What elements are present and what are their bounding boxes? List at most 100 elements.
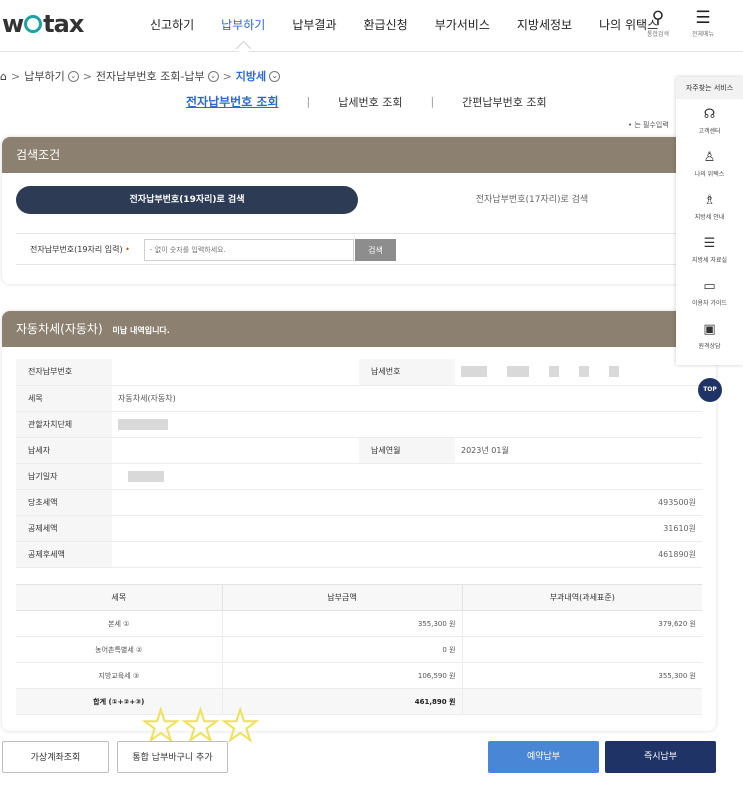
row-name: 본세 ①	[16, 610, 223, 637]
item-value: 자동차세(자동차)	[112, 385, 702, 412]
nav-refund[interactable]: 환급신청	[364, 16, 408, 33]
tax-number-value	[455, 359, 702, 386]
search-17-digit-button[interactable]: 전자납부번호(17자리)로 검색	[358, 186, 706, 214]
item-label: 세목	[16, 385, 112, 412]
row-name: 지방교육세 ③	[16, 662, 223, 689]
quick-item-customer-center[interactable]: ☊ 고객센터	[676, 99, 743, 142]
breadcrumb: ⌂ > 납부하기 ⌄ > 전자납부번호 조회-납부 ⌄ > 지방세 ⌄	[0, 68, 281, 84]
table-row: 지방교육세 ③ 106,590 원 355,300 원	[16, 662, 702, 689]
search-mode-toggle: 전자납부번호(19자리)로 검색 전자납부번호(17자리)로 검색	[16, 186, 706, 214]
result-panel-title: 자동차세(자동차) 미납 내역입니다.	[2, 311, 716, 347]
tab-divider: |	[306, 95, 311, 108]
breadcrumb-item[interactable]: 납부하기 ⌄	[24, 68, 79, 84]
epay-number-input[interactable]	[144, 239, 354, 261]
required-note: • 는 필수입력	[628, 121, 669, 129]
nav-pay[interactable]: 납부하기	[221, 16, 265, 33]
due-date-value	[112, 463, 702, 490]
quick-item-label: 지방세 자료실	[691, 257, 728, 264]
tax-info-table: 전자납부번호 납세번호 세목 자동차세(자동차) 관할자치단체 납세자 납세연월…	[16, 359, 702, 568]
breadcrumb-current[interactable]: 지방세 ⌄	[236, 68, 281, 84]
table-row: 전자납부번호 납세번호	[16, 359, 702, 386]
list-icon: ☰	[703, 236, 716, 251]
epay-number-label: 전자납부번호	[16, 359, 112, 386]
search-button[interactable]: ⚲ 통합검색	[641, 8, 675, 38]
search-form-row: 전자납부번호(19자리 입력) • 검색	[16, 233, 706, 265]
column-header-base: 부과내역(과세표준)	[462, 584, 702, 611]
quick-item-user-guide[interactable]: ▭ 이용자 가이드	[676, 271, 743, 314]
chevron-down-icon[interactable]: ⌄	[269, 70, 281, 82]
nav-local-tax-info[interactable]: 지방세정보	[517, 16, 572, 33]
quick-item-my-wetax[interactable]: ♙ 나의 위택스	[676, 142, 743, 185]
quick-item-remote-support[interactable]: ▣ 원격상담	[676, 314, 743, 357]
unpaid-status: 미납 내역입니다.	[112, 326, 170, 335]
quick-item-local-tax-guide[interactable]: ♗ 지방세 안내	[676, 185, 743, 228]
sub-tabs: 전자납부번호 조회 | 납세번호 조회 | 간편납부번호 조회	[186, 93, 547, 110]
total-base	[462, 688, 702, 715]
row-base: 355,300 원	[462, 662, 702, 689]
quick-item-local-tax-library[interactable]: ☰ 지방세 자료실	[676, 228, 743, 271]
breadcrumb-separator: >	[10, 69, 21, 83]
scroll-top-button[interactable]: TOP	[698, 378, 722, 402]
table-row: 공제후세액 461890원	[16, 541, 702, 568]
table-row: 공제세액 31610원	[16, 515, 702, 542]
table-row: 당초세액 493500원	[16, 489, 702, 516]
epay-number-value	[112, 359, 359, 386]
menu-button[interactable]: ☰ 전체메뉴	[686, 8, 720, 38]
tab-epay-number[interactable]: 전자납부번호 조회	[186, 93, 279, 110]
chevron-down-icon[interactable]: ⌄	[67, 70, 79, 82]
wetax-logo[interactable]: w tax	[2, 10, 84, 38]
tax-breakdown-table: 세목 납부금액 부과내역(과세표준) 본세 ① 355,300 원 379,62…	[16, 584, 702, 715]
search-19-digit-button[interactable]: 전자납부번호(19자리)로 검색	[16, 186, 358, 214]
breadcrumb-separator: >	[222, 69, 232, 83]
chevron-down-icon[interactable]: ⌄	[207, 70, 219, 82]
search-button-submit[interactable]: 검색	[355, 239, 396, 261]
tab-divider: |	[430, 95, 435, 108]
quick-item-label: 원격상담	[698, 343, 721, 350]
period-value: 2023년 01월	[455, 437, 702, 464]
row-base	[462, 636, 702, 663]
required-mark: •	[125, 245, 130, 254]
site-header: w tax 신고하기 납부하기 납부결과 환급신청 부가서비스 지방세정보 나의 …	[0, 0, 743, 52]
row-amount: 355,300 원	[222, 610, 463, 637]
virtual-account-button[interactable]: 가상계좌조회	[2, 741, 109, 773]
quick-services-panel: 자주찾는 서비스 ☊ 고객센터 ♙ 나의 위택스 ♗ 지방세 안내 ☰ 지방세 …	[676, 77, 743, 365]
headset-icon: ☊	[703, 107, 716, 122]
search-label: 통합검색	[646, 31, 670, 38]
search-panel: 검색조건 전자납부번호(19자리)로 검색 전자납부번호(17자리)로 검색 전…	[2, 137, 716, 284]
home-icon[interactable]: ⌂	[0, 70, 7, 83]
main-nav: 신고하기 납부하기 납부결과 환급신청 부가서비스 지방세정보 나의 위택스	[150, 16, 685, 33]
result-tax-name: 자동차세(자동차)	[16, 322, 103, 336]
tab-simple-pay-number[interactable]: 간편납부번호 조회	[462, 94, 546, 110]
row-amount: 0 원	[222, 636, 463, 663]
column-header-item: 세목	[16, 584, 223, 611]
payer-value	[112, 437, 359, 464]
reserve-pay-button[interactable]: 예약납부	[488, 741, 599, 773]
office-label: 관할자치단체	[16, 411, 112, 438]
add-to-cart-button[interactable]: 통합 납부바구니 추가	[117, 741, 228, 773]
pay-now-button[interactable]: 즉시납부	[605, 741, 716, 773]
original-tax-label: 당초세액	[16, 489, 112, 516]
tab-tax-number[interactable]: 납세번호 조회	[338, 94, 402, 110]
table-header-row: 세목 납부금액 부과내역(과세표준)	[16, 584, 702, 611]
quick-item-label: 고객센터	[698, 128, 721, 135]
monitor-icon: ▣	[703, 322, 716, 337]
menu-label: 전체메뉴	[691, 31, 715, 38]
nav-pay-result[interactable]: 납부결과	[292, 16, 336, 33]
person-icon: ♙	[703, 150, 716, 165]
tax-number-label: 납세번호	[359, 359, 455, 386]
period-label: 납세연월	[359, 437, 455, 464]
office-value	[112, 411, 702, 438]
quick-item-label: 지방세 안내	[694, 214, 725, 221]
chat-icon: ▭	[703, 279, 716, 294]
hamburger-icon: ☰	[695, 8, 711, 28]
quick-item-label: 나의 위택스	[694, 171, 725, 178]
breadcrumb-item[interactable]: 전자납부번호 조회-납부 ⌄	[96, 68, 219, 84]
nav-file[interactable]: 신고하기	[150, 16, 194, 33]
deduction-value: 31610원	[112, 515, 702, 542]
table-row: 납기일자	[16, 463, 702, 490]
search-icon: ⚲	[651, 8, 665, 28]
table-row: 관할자치단체	[16, 411, 702, 438]
deduction-label: 공제세액	[16, 515, 112, 542]
nav-extra-services[interactable]: 부가서비스	[435, 16, 490, 33]
table-row: 세목 자동차세(자동차)	[16, 385, 702, 412]
